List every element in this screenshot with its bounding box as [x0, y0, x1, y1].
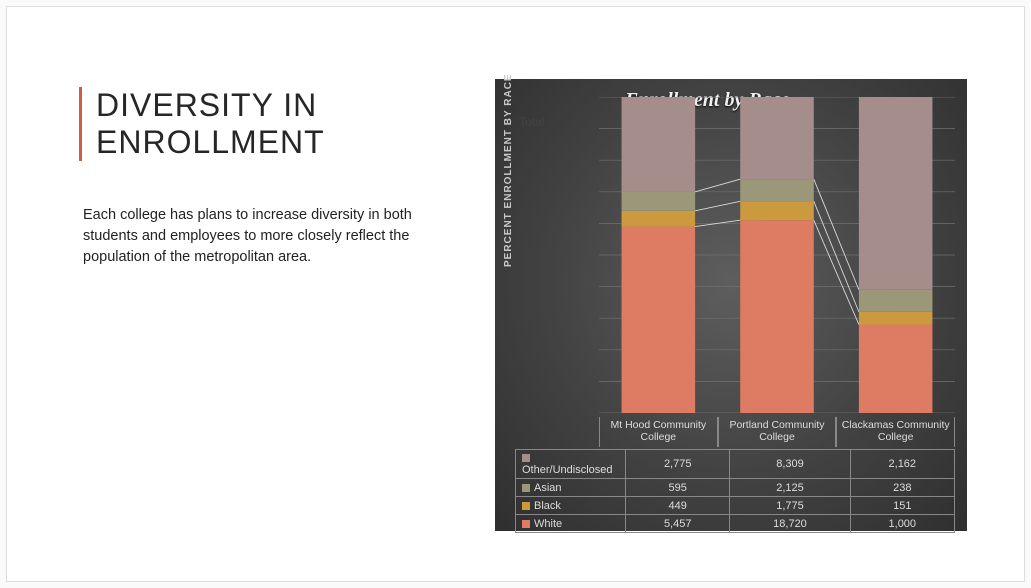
- bar-segment: [859, 325, 933, 413]
- table-row: Black4491,775151: [516, 497, 955, 515]
- legend-swatch: [522, 502, 530, 510]
- table-cell: 2,775: [626, 450, 730, 479]
- table-cell: 2,162: [850, 450, 954, 479]
- bar-segment: [622, 192, 696, 211]
- title-block: DIVERSITY IN ENROLLMENT: [79, 87, 449, 161]
- table-row: Other/Undisclosed2,7758,3092,162: [516, 450, 955, 479]
- table-cell: 1,000: [850, 515, 954, 533]
- bar-segment: [740, 97, 814, 179]
- bar-segment: [859, 312, 933, 325]
- table-cell: 5,457: [626, 515, 730, 533]
- page-title: DIVERSITY IN ENROLLMENT: [96, 87, 449, 161]
- chart-data-table: Other/Undisclosed2,7758,3092,162Asian595…: [515, 449, 955, 533]
- row-header: Other/Undisclosed: [516, 450, 626, 479]
- category-labels: Mt Hood Community CollegePortland Commun…: [599, 417, 955, 447]
- table-cell: 595: [626, 479, 730, 497]
- legend-swatch: [522, 454, 530, 462]
- category-label: Clackamas Community College: [836, 417, 955, 447]
- row-header: Black: [516, 497, 626, 515]
- table-cell: 449: [626, 497, 730, 515]
- table-row: White5,45718,7201,000: [516, 515, 955, 533]
- bar-segment: [740, 201, 814, 220]
- bar-segment: [740, 179, 814, 201]
- y-axis-label: PERCENT ENROLLMENT BY RACE: [503, 73, 514, 267]
- table-cell: 18,720: [730, 515, 850, 533]
- stacked-bars: [622, 97, 933, 413]
- category-label: Portland Community College: [718, 417, 837, 447]
- bar-segment: [622, 227, 696, 413]
- bar-segment: [859, 97, 933, 290]
- row-header: Asian: [516, 479, 626, 497]
- row-header: White: [516, 515, 626, 533]
- bar-segment: [622, 211, 696, 227]
- bar-segment: [622, 97, 696, 192]
- category-label: Mt Hood Community College: [599, 417, 718, 447]
- table-cell: 2,125: [730, 479, 850, 497]
- bar-segment: [859, 290, 933, 312]
- table-cell: 1,775: [730, 497, 850, 515]
- legend-swatch: [522, 484, 530, 492]
- chart-plot: 0%10%20%30%40%50%60%70%80%90%100%: [599, 97, 955, 413]
- total-label: Total: [519, 115, 544, 129]
- slide: DIVERSITY IN ENROLLMENT Each college has…: [6, 6, 1025, 582]
- table-cell: 151: [850, 497, 954, 515]
- table-cell: 8,309: [730, 450, 850, 479]
- table-row: Asian5952,125238: [516, 479, 955, 497]
- chart-container: Enrollment by Race Total PERCENT ENROLLM…: [495, 79, 967, 531]
- table-cell: 238: [850, 479, 954, 497]
- legend-swatch: [522, 520, 530, 528]
- description-text: Each college has plans to increase diver…: [83, 205, 463, 268]
- bar-segment: [740, 220, 814, 413]
